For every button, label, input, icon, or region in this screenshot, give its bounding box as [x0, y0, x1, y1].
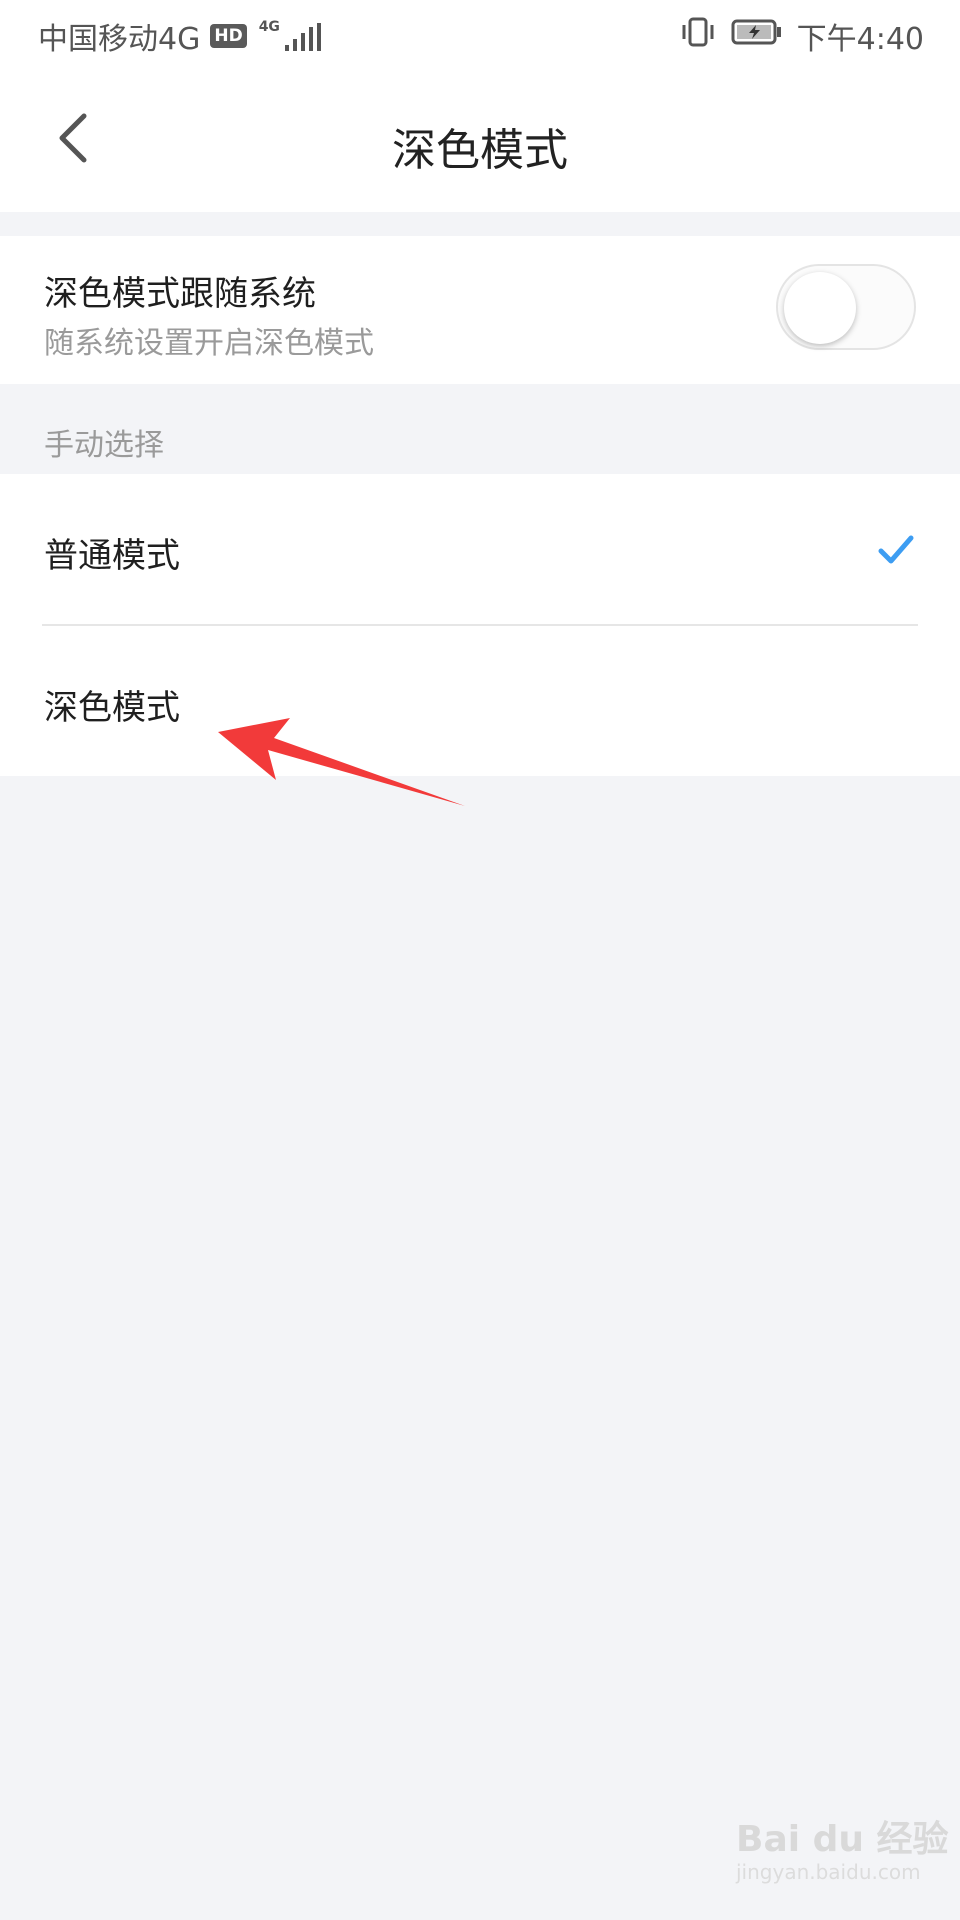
checkmark-icon: [878, 535, 914, 564]
mode-options-list: 普通模式 深色模式: [0, 474, 960, 776]
option-label: 深色模式: [44, 688, 180, 728]
watermark-url: jingyan.baidu.com: [736, 1860, 921, 1884]
manual-section-header: 手动选择: [44, 428, 164, 463]
status-right: 下午4:40: [679, 14, 924, 58]
annotation-arrow-icon: [218, 718, 465, 806]
toggle-knob: [784, 272, 856, 344]
signal-icon: 4G: [259, 19, 323, 53]
vibrate-icon: [679, 16, 717, 56]
network-type-label: 4G: [258, 19, 280, 35]
follow-system-subtitle: 随系统设置开启深色模式: [44, 326, 374, 361]
carrier-label: 中国移动4G: [38, 22, 201, 57]
hd-badge: HD: [210, 24, 247, 48]
follow-system-title: 深色模式跟随系统: [44, 274, 316, 314]
follow-system-row: 深色模式跟随系统 随系统设置开启深色模式: [0, 236, 960, 384]
status-bar: 中国移动4G HD 4G 下午4:40: [0, 0, 960, 66]
nav-bar: 深色模式: [0, 66, 960, 212]
watermark-logo: Bai du 经验: [736, 1819, 949, 1860]
status-left: 中国移动4G HD 4G: [38, 14, 323, 58]
option-dark-mode[interactable]: 深色模式: [0, 626, 960, 776]
battery-icon: [731, 18, 783, 54]
option-normal-mode[interactable]: 普通模式: [0, 474, 960, 626]
follow-system-toggle[interactable]: [776, 264, 916, 350]
page-title: 深色模式: [392, 125, 568, 176]
clock: 下午4:40: [796, 22, 924, 57]
option-label: 普通模式: [44, 536, 180, 576]
